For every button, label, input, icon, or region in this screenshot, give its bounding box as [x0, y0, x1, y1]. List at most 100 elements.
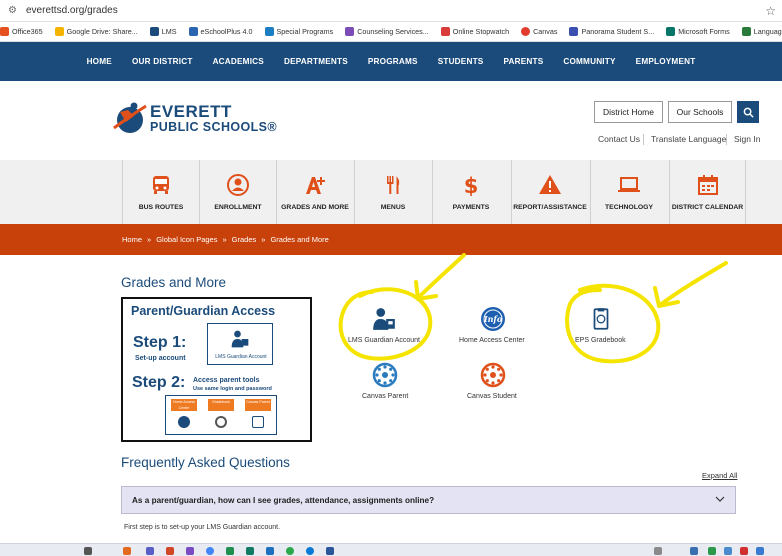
- outlook-icon[interactable]: [123, 547, 131, 555]
- tile-label: REPORT/ASSISTANCE: [513, 204, 587, 211]
- lms-guardian-link[interactable]: LMS Guardian Account: [348, 337, 420, 344]
- drive-icon: [54, 27, 64, 36]
- warning-icon: [537, 172, 563, 198]
- district-home-button[interactable]: District Home: [594, 101, 663, 123]
- guardian-user-icon: [231, 330, 249, 348]
- tile-grades-and-more[interactable]: GRADES AND MORE: [276, 160, 353, 224]
- tray-icon[interactable]: [690, 547, 698, 555]
- excel-icon[interactable]: [226, 547, 234, 555]
- tray-icon[interactable]: [708, 547, 716, 555]
- bookmark-google-drive[interactable]: Google Drive: Share...: [54, 27, 138, 36]
- gradebook-icon[interactable]: [588, 306, 614, 332]
- canvas-student-icon[interactable]: [480, 362, 506, 388]
- nav-community[interactable]: COMMUNITY: [563, 57, 615, 66]
- search-button[interactable]: [737, 101, 759, 123]
- translate-language-link[interactable]: Translate Language: [651, 134, 726, 144]
- tray-icon[interactable]: [756, 547, 764, 555]
- teams-icon[interactable]: [146, 547, 154, 555]
- step2-sub: Use same login and password: [193, 386, 272, 392]
- site-info-icon[interactable]: ⚙: [8, 5, 20, 16]
- bookmark-lms[interactable]: LMS: [149, 27, 177, 36]
- bookmarks-bar: Office365 Google Drive: Share... LMS eSc…: [0, 22, 782, 42]
- mini-info-icon: [178, 416, 190, 428]
- district-logo[interactable]: EVERETT PUBLIC SCHOOLS®: [110, 98, 290, 138]
- tile-menus[interactable]: MENUS: [354, 160, 431, 224]
- eps-gradebook-link[interactable]: EPS Gradebook: [575, 337, 626, 344]
- programs-icon: [264, 27, 274, 36]
- tile-label: TECHNOLOGY: [605, 204, 653, 211]
- nav-academics[interactable]: ACADEMICS: [213, 57, 264, 66]
- app-icon[interactable]: [286, 547, 294, 555]
- word-icon[interactable]: [266, 547, 274, 555]
- address-bar[interactable]: ⚙ everettsd.org/grades ☆: [0, 0, 782, 22]
- guardian-title: Parent/Guardian Access: [131, 304, 276, 318]
- bookmark-microsoft-forms[interactable]: Microsoft Forms: [666, 27, 730, 36]
- tray-icon[interactable]: [654, 547, 662, 555]
- bookmark-stopwatch[interactable]: Online Stopwatch: [440, 27, 509, 36]
- tile-technology[interactable]: TECHNOLOGY: [590, 160, 667, 224]
- breadcrumb-grades[interactable]: Grades: [232, 235, 257, 244]
- url-text[interactable]: everettsd.org/grades: [26, 5, 765, 16]
- breadcrumb-home[interactable]: Home: [122, 235, 142, 244]
- nav-home[interactable]: HOME: [87, 57, 112, 66]
- office-icon: [0, 27, 9, 36]
- bookmark-language-link[interactable]: Language Link 3-W...: [741, 27, 782, 36]
- faq-accordion-item[interactable]: As a parent/guardian, how can I see grad…: [121, 486, 736, 514]
- canvas-student-link[interactable]: Canvas Student: [467, 393, 517, 400]
- tile-payments[interactable]: $ PAYMENTS: [432, 160, 509, 224]
- nav-our-district[interactable]: OUR DISTRICT: [132, 57, 193, 66]
- runner-logo-icon: [113, 102, 147, 133]
- lms-guardian-icon[interactable]: [371, 306, 397, 332]
- breadcrumb-global-icon-pages[interactable]: Global Icon Pages: [156, 235, 217, 244]
- app-icon[interactable]: [246, 547, 254, 555]
- enrollment-icon: [225, 172, 251, 198]
- tile-enrollment[interactable]: ENROLLMENT: [199, 160, 276, 224]
- bookmark-canvas[interactable]: Canvas: [521, 27, 557, 36]
- nav-programs[interactable]: PROGRAMS: [368, 57, 418, 66]
- mini-gradebook-icon: [215, 416, 227, 428]
- bookmark-special-programs[interactable]: Special Programs: [264, 27, 333, 36]
- expand-all-link[interactable]: Expand All: [702, 471, 737, 480]
- bookmark-office365[interactable]: Office365: [0, 27, 43, 36]
- onenote-icon[interactable]: [186, 547, 194, 555]
- task-view-icon[interactable]: [84, 547, 92, 555]
- main-nav: HOME OUR DISTRICT ACADEMICS DEPARTMENTS …: [0, 42, 782, 81]
- tile-bus-routes[interactable]: BUS ROUTES: [122, 160, 199, 224]
- breadcrumb: Home » Global Icon Pages » Grades » Grad…: [0, 224, 782, 255]
- chrome-icon[interactable]: [206, 547, 214, 555]
- edge-icon[interactable]: [306, 547, 314, 555]
- bookmark-star-icon[interactable]: ☆: [765, 4, 776, 18]
- bookmark-panorama[interactable]: Panorama Student S...: [569, 27, 654, 36]
- canvas-parent-icon[interactable]: [372, 362, 398, 388]
- home-access-center-icon[interactable]: Info: [480, 306, 506, 332]
- lms-box-label: LMS Guardian Account: [215, 354, 267, 360]
- nav-employment[interactable]: EMPLOYMENT: [636, 57, 696, 66]
- mini-gradebook: Gradebook: [208, 399, 234, 411]
- office-app-icon[interactable]: [166, 547, 174, 555]
- our-schools-button[interactable]: Our Schools: [668, 101, 732, 123]
- step2-label: Step 2:: [132, 374, 186, 391]
- page-title: Grades and More: [121, 275, 227, 290]
- canvas-icon: [521, 27, 531, 36]
- nav-departments[interactable]: DEPARTMENTS: [284, 57, 348, 66]
- word-icon[interactable]: [326, 547, 334, 555]
- home-access-center-link[interactable]: Home Access Center: [459, 337, 525, 344]
- dollar-icon: $: [458, 172, 484, 198]
- tray-icon[interactable]: [724, 547, 732, 555]
- tile-label: MENUS: [380, 204, 406, 211]
- tile-district-calendar[interactable]: DISTRICT CALENDAR: [669, 160, 746, 224]
- tile-label: DISTRICT CALENDAR: [671, 204, 744, 211]
- nav-students[interactable]: STUDENTS: [438, 57, 484, 66]
- bookmark-counseling[interactable]: Counseling Services...: [345, 27, 429, 36]
- bookmark-eschoolplus[interactable]: eSchoolPlus 4.0: [188, 27, 253, 36]
- panorama-icon: [569, 27, 579, 36]
- tray-icon[interactable]: [740, 547, 748, 555]
- step2-title: Access parent tools: [193, 377, 260, 384]
- contact-us-link[interactable]: Contact Us: [598, 134, 640, 144]
- tile-report-assistance[interactable]: REPORT/ASSISTANCE: [511, 160, 588, 224]
- header-divider: [726, 134, 727, 145]
- canvas-parent-link[interactable]: Canvas Parent: [362, 393, 408, 400]
- sign-in-link[interactable]: Sign In: [734, 134, 760, 144]
- nav-parents[interactable]: PARENTS: [503, 57, 543, 66]
- logo-text-everett: EVERETT: [150, 102, 232, 121]
